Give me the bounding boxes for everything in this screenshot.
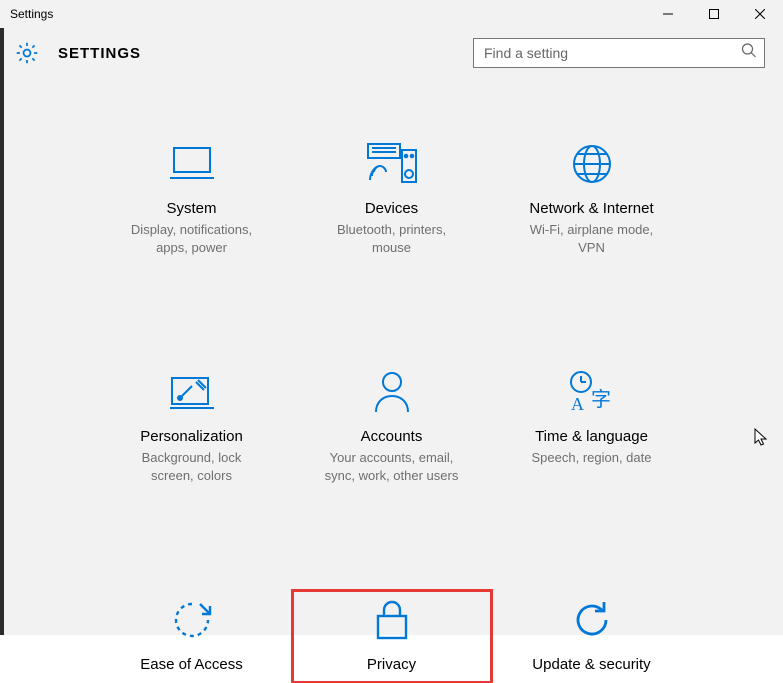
tile-personalization[interactable]: Personalization Background, lock screen,…: [92, 362, 292, 490]
update-icon: [570, 596, 614, 644]
minimize-icon: [663, 9, 673, 19]
tile-title: System: [166, 200, 216, 217]
svg-text:字: 字: [591, 388, 611, 411]
tile-subtitle: Speech, region, date: [532, 449, 652, 467]
titlebar: Settings: [0, 0, 783, 28]
devices-icon: [366, 140, 418, 188]
settings-window: Settings SETTINGS: [0, 0, 783, 635]
tile-subtitle: Wi-Fi, airplane mode, VPN: [530, 221, 654, 256]
tile-title: Time & language: [535, 428, 648, 445]
tile-ease-of-access[interactable]: Ease of Access: [92, 590, 292, 683]
tile-title: Devices: [365, 200, 418, 217]
personalization-icon: [168, 368, 216, 416]
settings-grid: System Display, notifications, apps, pow…: [92, 134, 692, 683]
tile-network[interactable]: Network & Internet Wi-Fi, airplane mode,…: [492, 134, 692, 262]
window-title: Settings: [0, 7, 53, 21]
search-input[interactable]: [473, 38, 765, 68]
svg-text:A: A: [571, 394, 584, 414]
header-left: SETTINGS: [14, 40, 141, 66]
tile-title: Personalization: [140, 428, 243, 445]
time-language-icon: A字: [567, 368, 617, 416]
page-title: SETTINGS: [58, 45, 141, 62]
accounts-icon: [372, 368, 412, 416]
tile-subtitle: Your accounts, email, sync, work, other …: [325, 449, 459, 484]
maximize-button[interactable]: [691, 0, 737, 28]
tile-accounts[interactable]: Accounts Your accounts, email, sync, wor…: [292, 362, 492, 490]
gear-icon: [14, 40, 40, 66]
maximize-icon: [709, 9, 719, 19]
window-controls: [645, 0, 783, 28]
tile-subtitle: Background, lock screen, colors: [142, 449, 242, 484]
close-icon: [755, 9, 765, 19]
tile-subtitle: Bluetooth, printers, mouse: [337, 221, 446, 256]
minimize-button[interactable]: [645, 0, 691, 28]
tile-title: Update & security: [532, 656, 650, 673]
search-wrap: [473, 38, 765, 68]
header: SETTINGS: [0, 28, 783, 74]
privacy-icon: [373, 596, 411, 644]
tile-devices[interactable]: Devices Bluetooth, printers, mouse: [292, 134, 492, 262]
tile-system[interactable]: System Display, notifications, apps, pow…: [92, 134, 292, 262]
tile-time-language[interactable]: A字 Time & language Speech, region, date: [492, 362, 692, 490]
tile-subtitle: Display, notifications, apps, power: [131, 221, 252, 256]
tile-title: Ease of Access: [140, 656, 243, 673]
close-button[interactable]: [737, 0, 783, 28]
tile-privacy[interactable]: Privacy: [292, 590, 492, 683]
tile-title: Network & Internet: [529, 200, 653, 217]
window-edge: [0, 0, 4, 635]
network-icon: [570, 140, 614, 188]
content: System Display, notifications, apps, pow…: [0, 74, 783, 683]
tile-title: Accounts: [361, 428, 423, 445]
tile-update-security[interactable]: Update & security: [492, 590, 692, 683]
ease-of-access-icon: [170, 596, 214, 644]
tile-title: Privacy: [367, 656, 416, 673]
system-icon: [168, 140, 216, 188]
